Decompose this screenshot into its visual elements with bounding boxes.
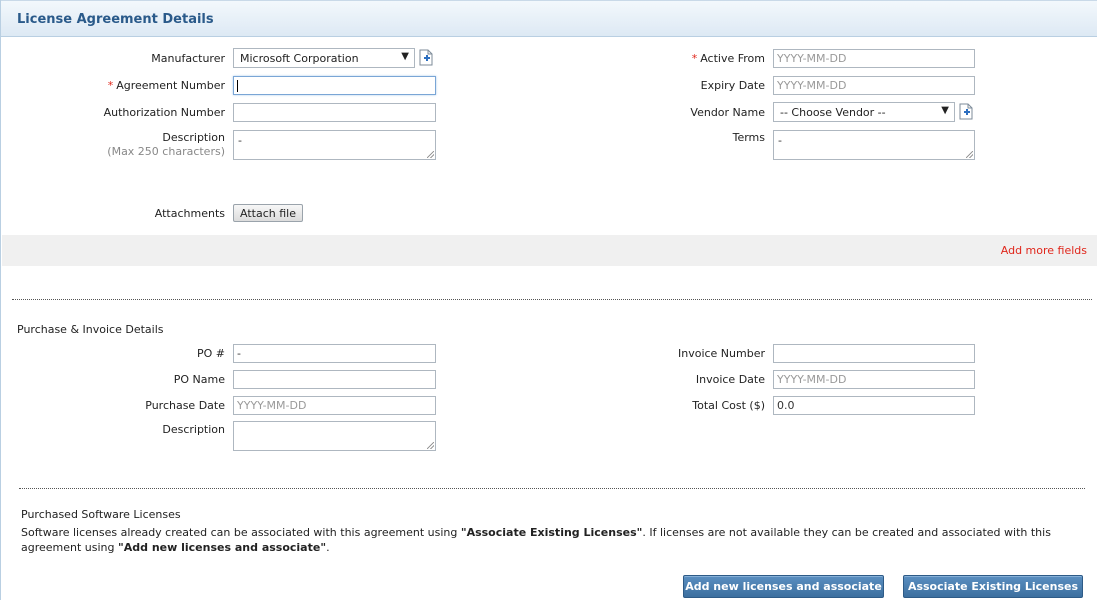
description-value: - [238, 134, 242, 147]
terms-value: - [778, 134, 782, 147]
agreement-number-label-text: Agreement Number [116, 79, 225, 92]
vendor-value: -- Choose Vendor -- [780, 106, 886, 119]
section-divider [19, 488, 1085, 489]
description-hint: (Max 250 characters) [107, 145, 225, 158]
total-cost-label: Total Cost ($) [692, 399, 765, 412]
description-textarea[interactable]: - [233, 130, 436, 160]
purchase-date-input[interactable]: YYYY-MM-DD [233, 396, 436, 415]
vendor-select[interactable]: -- Choose Vendor -- ▼ [773, 102, 955, 122]
purchase-date-label: Purchase Date [145, 399, 225, 412]
po-number-label: PO # [196, 347, 225, 360]
add-document-icon[interactable] [419, 49, 433, 66]
expiry-date-input[interactable]: YYYY-MM-DD [773, 76, 975, 95]
resize-grip-icon[interactable] [966, 151, 973, 158]
attachments-label: Attachments [154, 207, 225, 220]
agreement-number-label: * Agreement Number [91, 79, 225, 92]
po-name-input[interactable] [233, 370, 436, 389]
desc-bold: "Associate Existing Licenses" [460, 526, 643, 539]
desc-text: Software licenses already created can be… [21, 526, 461, 539]
vendor-name-label: Vendor Name [690, 106, 765, 119]
authorization-number-label: Authorization Number [103, 106, 225, 119]
dropdown-arrow-icon: ▼ [401, 51, 409, 62]
software-section-title: Purchased Software Licenses [21, 508, 181, 521]
section-divider [12, 299, 1092, 300]
associate-existing-licenses-button[interactable]: Associate Existing Licenses [903, 575, 1083, 598]
active-from-label: * Active From [641, 52, 765, 65]
description-label: Description [162, 131, 225, 144]
manufacturer-label: Manufacturer [151, 52, 225, 65]
required-mark: * [107, 79, 114, 92]
manufacturer-value: Microsoft Corporation [240, 52, 359, 65]
terms-label: Terms [732, 131, 765, 144]
purchase-section-title: Purchase & Invoice Details [17, 323, 164, 336]
invoice-number-input[interactable] [773, 344, 975, 363]
purchase-description-textarea[interactable] [233, 421, 436, 451]
purchase-description-label: Description [162, 423, 225, 436]
desc-text: . [326, 541, 330, 554]
po-number-input[interactable]: - [233, 344, 436, 363]
add-more-fields-bar: Add more fields [2, 235, 1097, 266]
section-header: License Agreement Details [1, 0, 1097, 37]
text-cursor [237, 80, 238, 92]
resize-grip-icon[interactable] [427, 442, 434, 449]
manufacturer-select[interactable]: Microsoft Corporation ▼ [233, 48, 415, 68]
page-title: License Agreement Details [17, 12, 214, 27]
dropdown-arrow-icon: ▼ [941, 105, 949, 116]
authorization-number-input[interactable] [233, 103, 436, 122]
software-description: Software licenses already created can be… [21, 525, 1081, 555]
add-more-fields-link[interactable]: Add more fields [1001, 244, 1087, 257]
terms-textarea[interactable]: - [773, 130, 975, 160]
agreement-number-input[interactable] [233, 76, 436, 95]
active-from-label-text: Active From [700, 52, 765, 65]
active-from-input[interactable]: YYYY-MM-DD [773, 49, 975, 68]
add-new-licenses-button[interactable]: Add new licenses and associate [683, 575, 884, 598]
desc-bold: "Add new licenses and associate" [118, 541, 327, 554]
invoice-date-label: Invoice Date [695, 373, 765, 386]
expiry-date-label: Expiry Date [700, 79, 765, 92]
total-cost-input[interactable]: 0.0 [773, 396, 975, 415]
add-vendor-icon[interactable] [959, 103, 973, 120]
required-mark: * [691, 52, 698, 65]
attach-file-button[interactable]: Attach file [233, 204, 303, 222]
po-name-label: PO Name [173, 373, 225, 386]
resize-grip-icon[interactable] [427, 151, 434, 158]
invoice-number-label: Invoice Number [677, 347, 765, 360]
page: License Agreement Details Manufacturer M… [0, 0, 1097, 600]
invoice-date-input[interactable]: YYYY-MM-DD [773, 370, 975, 389]
